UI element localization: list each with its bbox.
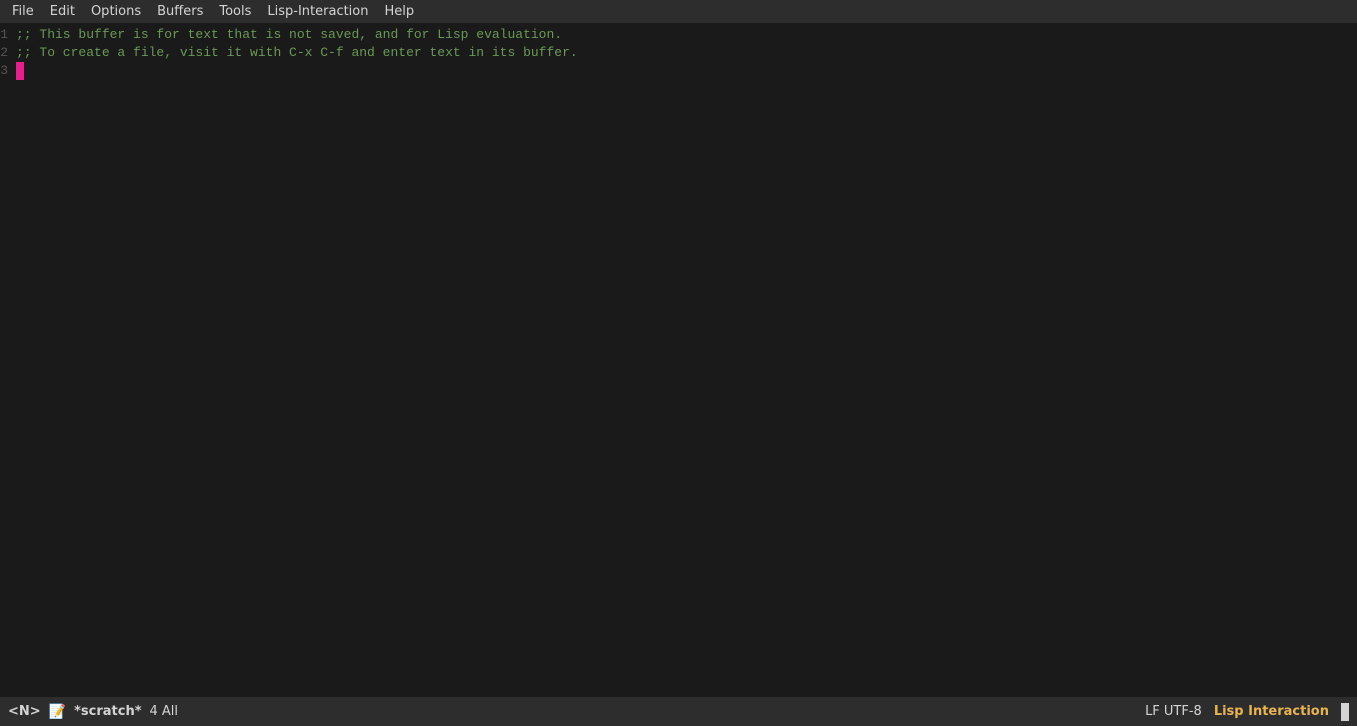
lisp-interaction-menu[interactable]: Lisp-Interaction [259,2,376,21]
buffers-menu[interactable]: Buffers [149,2,211,21]
status-buffer-name: *scratch* [74,704,141,719]
line-num-3: 3 [0,62,12,80]
code-line-1: ;; This buffer is for text that is not s… [16,26,1353,44]
status-encoding: LF UTF-8 [1145,704,1202,719]
status-buffer-icon: 📝 [49,704,66,720]
line-num-1: 1 [0,26,12,44]
code-text-2: ;; To create a file, visit it with C-x C… [16,44,578,62]
line-num-2: 2 [0,44,12,62]
status-position: 4 All [150,704,179,719]
file-menu[interactable]: File [4,2,42,21]
code-text-1: ;; This buffer is for text that is not s… [16,26,562,44]
status-end-marker [1341,703,1349,721]
menu-bar: File Edit Options Buffers Tools Lisp-Int… [0,0,1357,24]
edit-menu[interactable]: Edit [42,2,83,21]
code-line-2: ;; To create a file, visit it with C-x C… [16,44,1353,62]
editor-area[interactable]: 1 2 3 ;; This buffer is for text that is… [0,24,1357,696]
status-left: <N> 📝 *scratch* 4 All [8,704,178,720]
options-menu[interactable]: Options [83,2,149,21]
status-bar: <N> 📝 *scratch* 4 All LF UTF-8 Lisp Inte… [0,696,1357,726]
code-line-3 [16,62,1353,80]
help-menu[interactable]: Help [377,2,423,21]
line-numbers: 1 2 3 [0,24,12,696]
status-right: LF UTF-8 Lisp Interaction [1145,703,1349,721]
status-mode: <N> [8,704,41,719]
tools-menu[interactable]: Tools [211,2,259,21]
editor-content[interactable]: ;; This buffer is for text that is not s… [12,24,1357,696]
text-cursor [16,62,24,80]
status-mode-name: Lisp Interaction [1214,704,1329,719]
